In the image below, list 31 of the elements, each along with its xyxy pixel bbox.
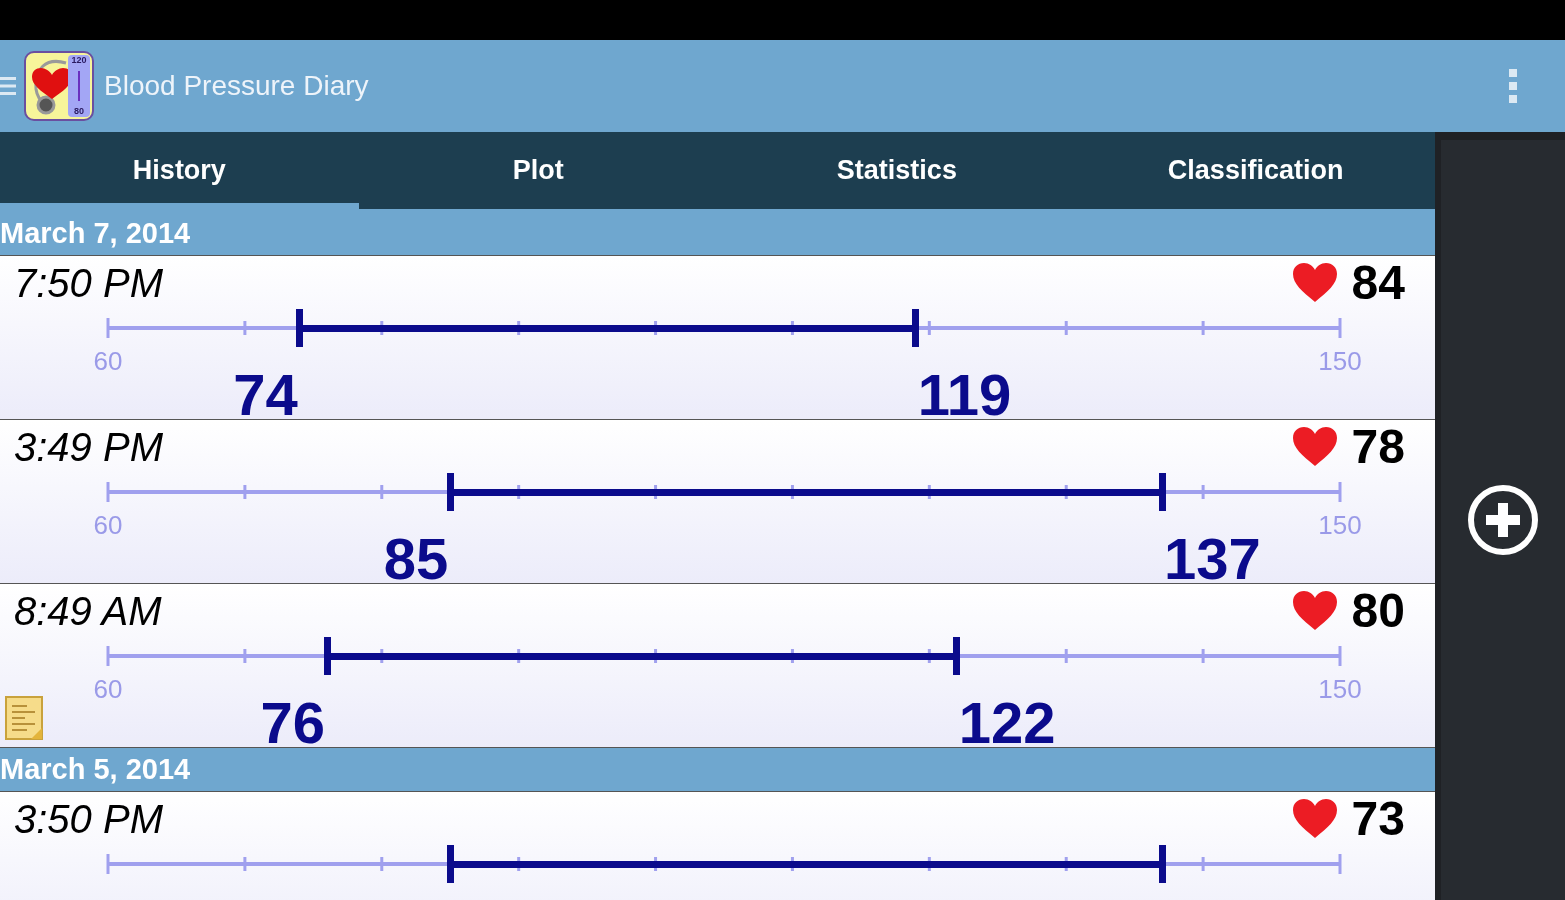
heart-icon — [1291, 591, 1338, 631]
note-icon[interactable] — [5, 696, 43, 740]
reading-time: 3:50 PM — [14, 799, 163, 839]
app-title: Blood Pressure Diary — [104, 69, 369, 103]
menu-icon[interactable] — [0, 74, 18, 98]
pulse-value: 78 — [1351, 423, 1405, 471]
scale-max-label: 150 — [1317, 676, 1363, 702]
scale-max-label: 150 — [1317, 348, 1363, 374]
tab[interactable]: Statistics — [717, 132, 1077, 209]
pulse-value: 84 — [1351, 259, 1405, 307]
tab[interactable]: Plot — [358, 132, 718, 209]
scale-min-label: 60 — [92, 512, 124, 538]
heart-icon — [1291, 427, 1338, 467]
date-header: March 5, 2014 — [0, 748, 1435, 792]
overflow-menu-icon[interactable] — [1509, 69, 1517, 103]
scale-min-label: 60 — [92, 348, 124, 374]
reading-time: 3:49 PM — [14, 427, 163, 467]
pulse-value: 73 — [1351, 795, 1405, 843]
add-icon[interactable] — [1467, 484, 1539, 556]
tab[interactable]: Classification — [1076, 132, 1435, 209]
reading-time: 8:49 AM — [14, 591, 162, 631]
icon-label: 120 — [71, 56, 87, 65]
icon-label: 80 — [74, 107, 84, 116]
app-icon[interactable]: 120 80 — [24, 51, 94, 121]
scale-max-label: 150 — [1317, 512, 1363, 538]
reading-time: 7:50 PM — [14, 263, 163, 303]
scale-min-label: 60 — [92, 676, 124, 702]
date-header: March 7, 2014 — [0, 212, 1435, 256]
pulse-value: 80 — [1351, 587, 1405, 635]
heart-icon — [1291, 263, 1338, 303]
heart-icon — [1291, 799, 1338, 839]
